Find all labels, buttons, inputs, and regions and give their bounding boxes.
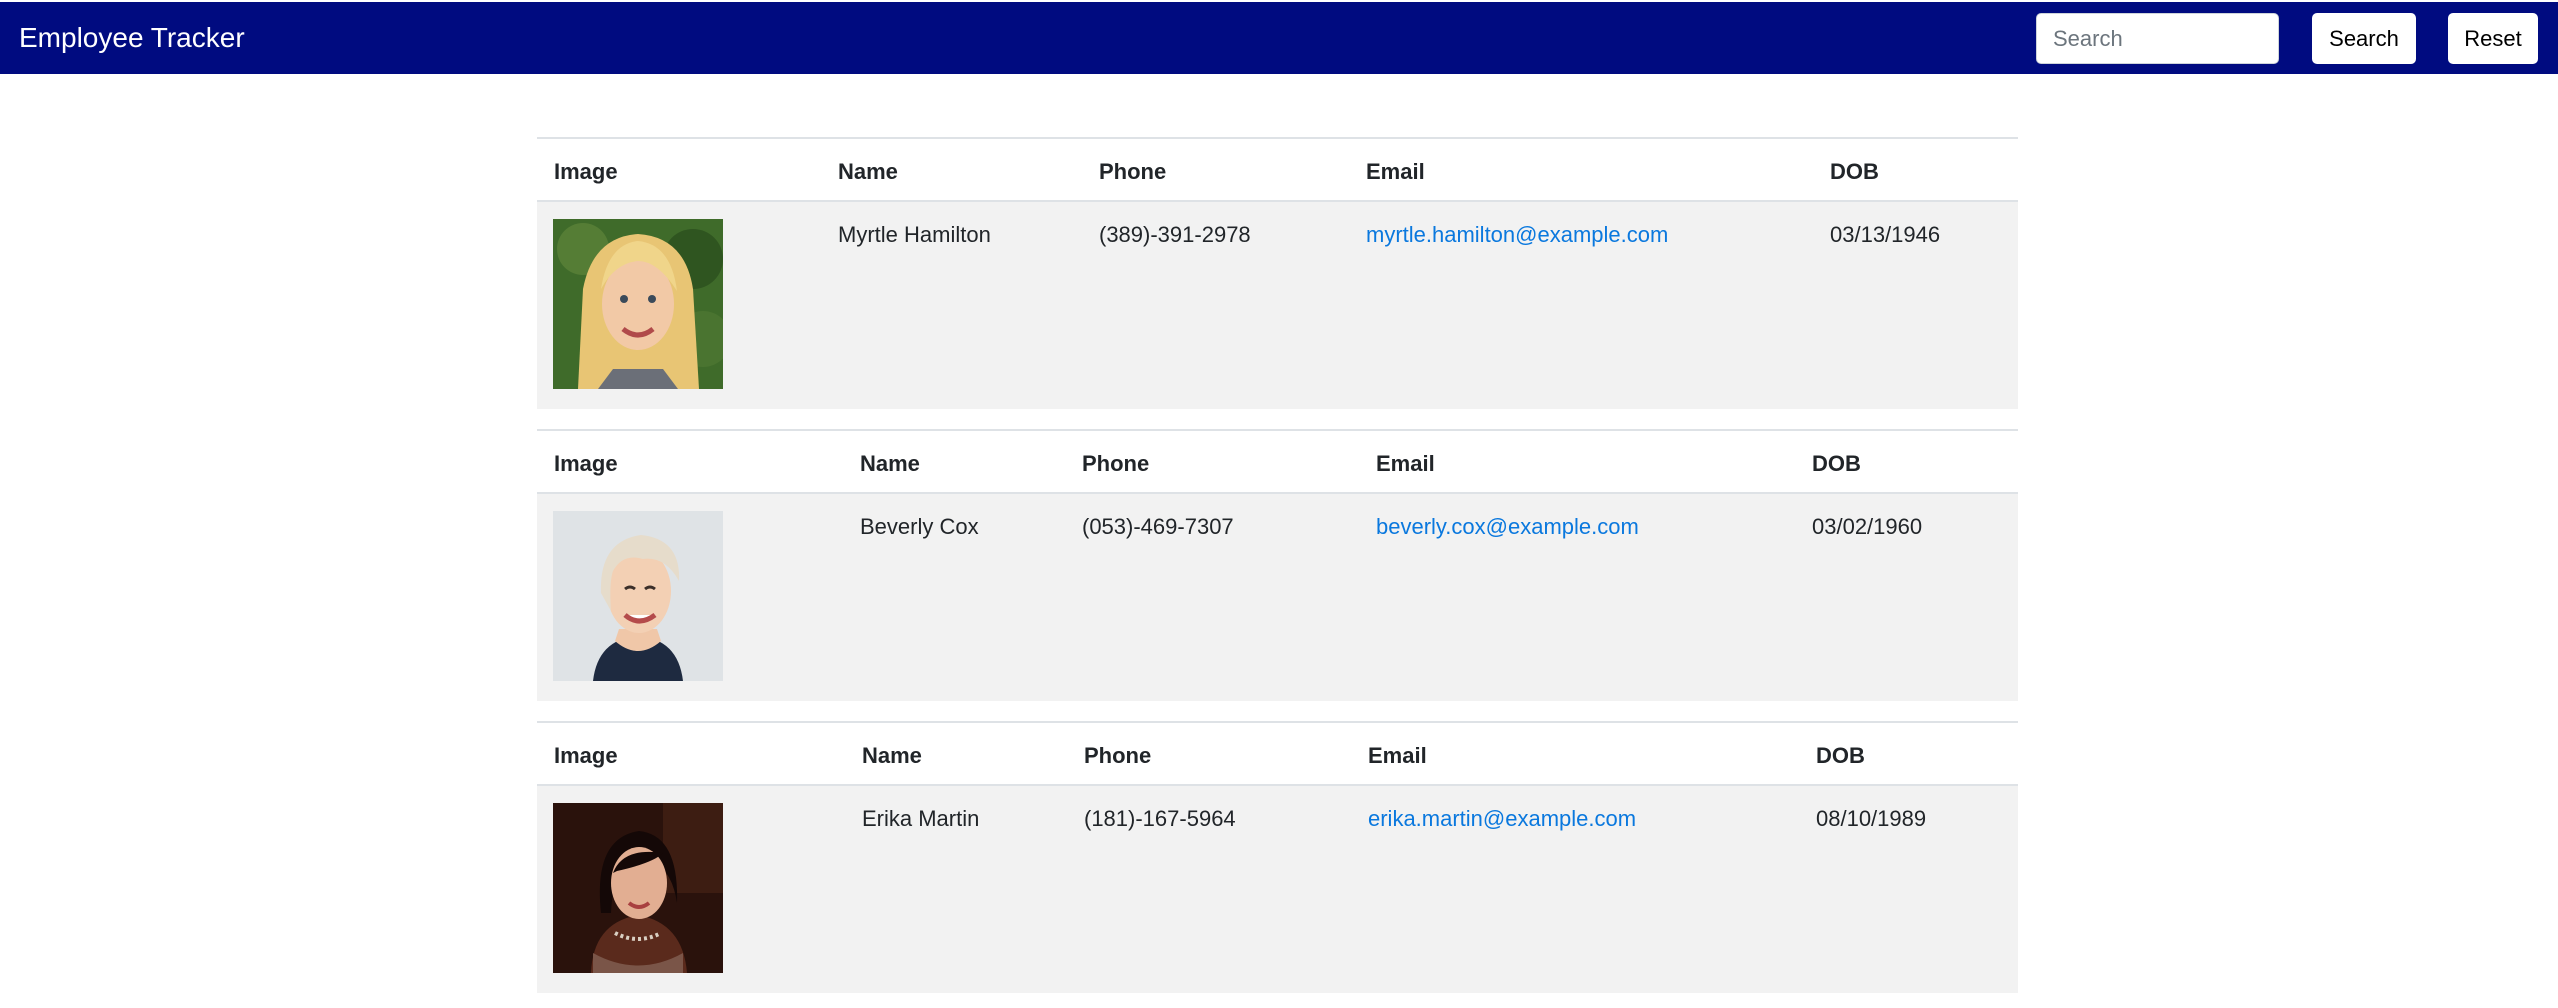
header-dob: DOB [1816,743,1865,768]
table-header-row: Image Name Phone Email DOB [537,721,2018,786]
portrait-photo-icon [553,219,723,389]
top-navbar: Employee Tracker Search Reset [0,2,2558,74]
table-row: Beverly Cox (053)-469-7307 beverly.cox@e… [537,494,2018,701]
employee-name: Beverly Cox [860,514,979,539]
employee-dob: 03/13/1946 [1830,222,1941,247]
employee-table: Image Name Phone Email DOB Erika Martin … [537,721,2018,993]
employee-table: Image Name Phone Email DOB Myrtle Hamilt… [537,137,2018,409]
employee-email-link[interactable]: myrtle.hamilton@example.com [1366,222,1668,248]
header-email: Email [1368,743,1427,768]
employee-phone: (181)-167-5964 [1084,806,1236,831]
header-name: Name [838,159,898,184]
employee-email-link[interactable]: erika.martin@example.com [1368,806,1636,832]
employee-photo [553,511,723,681]
header-dob: DOB [1830,159,1879,184]
employee-name: Erika Martin [862,806,980,831]
header-image: Image [554,451,618,476]
header-name: Name [860,451,920,476]
app-title: Employee Tracker [19,22,245,53]
header-email: Email [1366,159,1425,184]
header-dob: DOB [1812,451,1861,476]
search-input[interactable] [2036,13,2279,64]
employee-photo [553,803,723,973]
portrait-photo-icon [553,803,723,973]
portrait-photo-icon [553,511,723,681]
table-header-row: Image Name Phone Email DOB [537,429,2018,494]
employee-phone: (053)-469-7307 [1082,514,1234,539]
reset-button[interactable]: Reset [2448,13,2538,64]
search-button[interactable]: Search [2312,13,2416,64]
header-image: Image [554,159,618,184]
employee-table: Image Name Phone Email DOB Beverly Cox (… [537,429,2018,701]
header-image: Image [554,743,618,768]
employee-photo [553,219,723,389]
header-email: Email [1376,451,1435,476]
employee-dob: 03/02/1960 [1812,514,1923,539]
header-name: Name [862,743,922,768]
table-row: Myrtle Hamilton (389)-391-2978 myrtle.ha… [537,202,2018,409]
employee-name: Myrtle Hamilton [838,222,991,247]
employee-dob: 08/10/1989 [1816,806,1927,831]
header-phone: Phone [1082,451,1150,476]
table-header-row: Image Name Phone Email DOB [537,137,2018,202]
header-phone: Phone [1099,159,1167,184]
table-row: Erika Martin (181)-167-5964 erika.martin… [537,786,2018,993]
header-phone: Phone [1084,743,1152,768]
employee-email-link[interactable]: beverly.cox@example.com [1376,514,1639,540]
employee-phone: (389)-391-2978 [1099,222,1251,247]
